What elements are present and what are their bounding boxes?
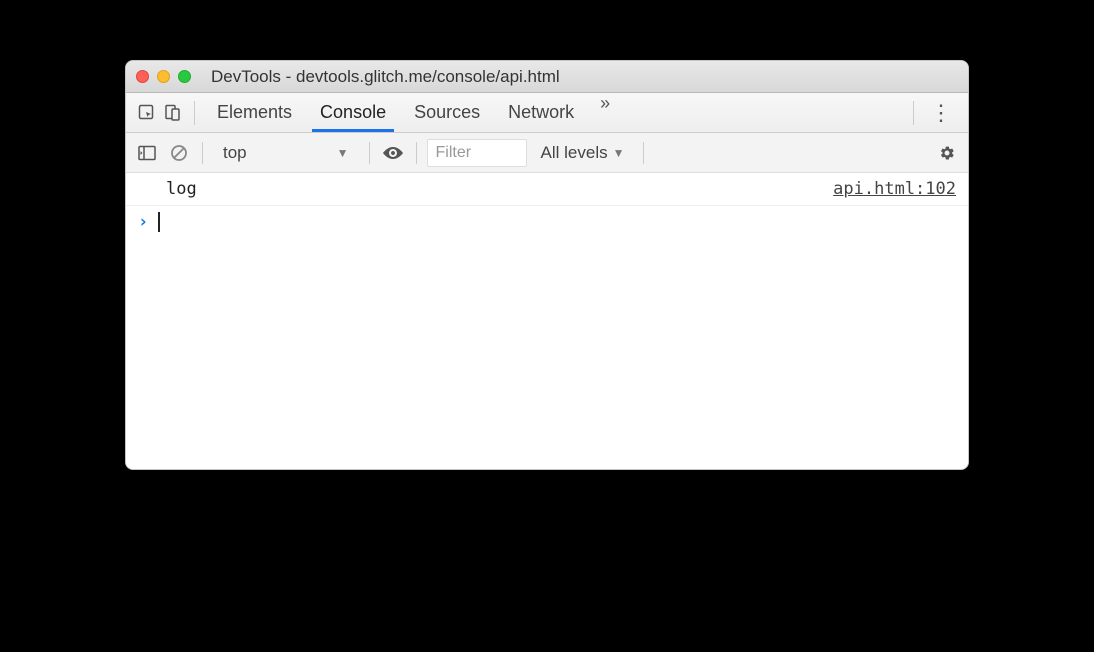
tab-elements[interactable]: Elements bbox=[203, 93, 306, 132]
console-row: log api.html:102 bbox=[126, 173, 968, 206]
filter-input[interactable] bbox=[427, 139, 527, 167]
maximize-icon[interactable] bbox=[178, 70, 191, 83]
devtools-window: DevTools - devtools.glitch.me/console/ap… bbox=[125, 60, 969, 470]
chevron-down-icon: ▼ bbox=[337, 146, 349, 160]
log-message: log bbox=[166, 179, 197, 199]
log-levels-selector[interactable]: All levels ▼ bbox=[533, 143, 633, 163]
live-expression-icon[interactable] bbox=[380, 140, 406, 166]
console-settings-icon[interactable] bbox=[934, 140, 960, 166]
divider bbox=[643, 142, 644, 164]
chevron-down-icon: ▼ bbox=[613, 146, 625, 160]
divider bbox=[416, 142, 417, 164]
context-label: top bbox=[223, 143, 247, 163]
tab-network[interactable]: Network bbox=[494, 93, 588, 132]
panel-tabs: Elements Console Sources Network » bbox=[203, 93, 622, 132]
divider bbox=[369, 142, 370, 164]
close-icon[interactable] bbox=[136, 70, 149, 83]
inspect-element-icon[interactable] bbox=[134, 100, 160, 126]
levels-label: All levels bbox=[541, 143, 608, 163]
sidebar-toggle-icon[interactable] bbox=[134, 140, 160, 166]
titlebar: DevTools - devtools.glitch.me/console/ap… bbox=[126, 61, 968, 93]
context-selector[interactable]: top ▼ bbox=[213, 143, 359, 163]
divider bbox=[202, 142, 203, 164]
clear-console-icon[interactable] bbox=[166, 140, 192, 166]
minimize-icon[interactable] bbox=[157, 70, 170, 83]
tab-sources[interactable]: Sources bbox=[400, 93, 494, 132]
text-cursor bbox=[158, 212, 160, 232]
console-toolbar: top ▼ All levels ▼ bbox=[126, 133, 968, 173]
window-title: DevTools - devtools.glitch.me/console/ap… bbox=[191, 67, 958, 87]
toolbar-right: ⋮ bbox=[905, 101, 960, 125]
tab-console[interactable]: Console bbox=[306, 93, 400, 132]
source-link[interactable]: api.html:102 bbox=[833, 179, 956, 199]
tabs-overflow-icon[interactable]: » bbox=[588, 93, 622, 132]
traffic-lights bbox=[136, 70, 191, 83]
console-prompt[interactable]: › bbox=[126, 206, 968, 238]
console-output: log api.html:102 › bbox=[126, 173, 968, 469]
main-toolbar: Elements Console Sources Network » ⋮ bbox=[126, 93, 968, 133]
divider bbox=[913, 101, 914, 125]
device-toolbar-icon[interactable] bbox=[160, 100, 186, 126]
prompt-caret-icon: › bbox=[138, 212, 148, 232]
menu-kebab-icon[interactable]: ⋮ bbox=[922, 102, 960, 124]
divider bbox=[194, 101, 195, 125]
